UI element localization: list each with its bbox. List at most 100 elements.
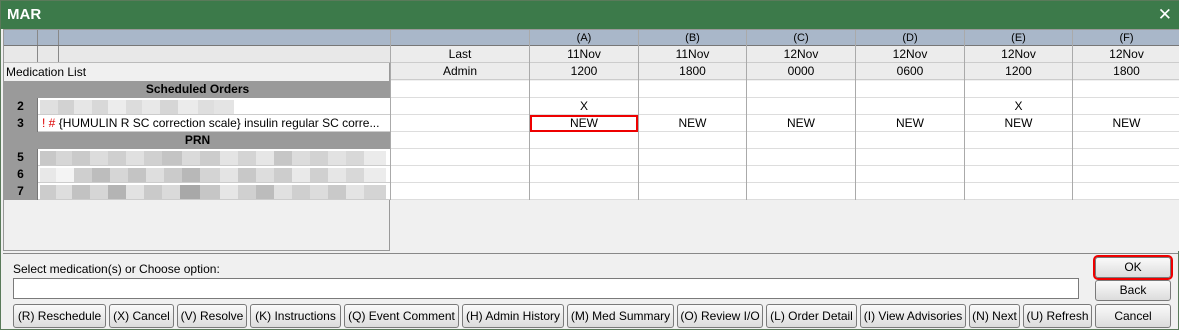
- grid-column-f[interactable]: (F) 12Nov 1800 NEW: [1072, 30, 1179, 200]
- column-date: 12Nov: [1073, 46, 1179, 63]
- grid-cell[interactable]: [530, 166, 638, 183]
- medication-row-2[interactable]: 2: [4, 98, 391, 115]
- redacted-text: [72, 185, 90, 199]
- grid-cell-row2[interactable]: [747, 98, 855, 115]
- redacted-text: [74, 100, 92, 114]
- grid-cell-row3[interactable]: NEW: [747, 115, 855, 132]
- grid-cell-row2[interactable]: [856, 98, 964, 115]
- redacted-text: [292, 151, 310, 165]
- title-bar: MAR ✕: [1, 1, 1179, 29]
- grid-cell: [747, 81, 855, 98]
- grid-cell[interactable]: [747, 183, 855, 200]
- grid-cell: [530, 81, 638, 98]
- medication-row-3[interactable]: 3 ! # {HUMULIN R SC correction scale} in…: [4, 115, 391, 132]
- grid-cell[interactable]: [530, 183, 638, 200]
- instructions-button[interactable]: (K) Instructions: [250, 304, 341, 328]
- grid-cell[interactable]: [1073, 183, 1179, 200]
- med-summary-button[interactable]: (M) Med Summary: [567, 304, 674, 328]
- redacted-text: [220, 168, 238, 182]
- next-button[interactable]: (N) Next: [969, 304, 1020, 328]
- grid-cell[interactable]: [856, 183, 964, 200]
- grid-cell-row3[interactable]: NEW: [856, 115, 964, 132]
- grid-cell-row2[interactable]: [639, 98, 746, 115]
- scheduled-orders-header: Scheduled Orders: [4, 81, 391, 98]
- grid-cell-row2[interactable]: [1073, 98, 1179, 115]
- resolve-button[interactable]: (V) Resolve: [177, 304, 247, 328]
- grid-cell[interactable]: [639, 183, 746, 200]
- view-advisories-button[interactable]: (I) View Advisories: [860, 304, 966, 328]
- grid-cell: [856, 132, 964, 149]
- redacted-text: [238, 168, 256, 182]
- close-icon[interactable]: ✕: [1158, 1, 1172, 29]
- column-time: 1800: [639, 63, 746, 80]
- column-letter: (D): [856, 30, 964, 46]
- medication-list-panel: Medication List Scheduled Orders 2 3 ! #…: [3, 29, 391, 251]
- grid-cell-row3[interactable]: NEW: [530, 115, 638, 132]
- grid-cell[interactable]: [639, 149, 746, 166]
- column-letter: (B): [639, 30, 746, 46]
- grid-cell: [391, 81, 529, 98]
- event-comment-button[interactable]: (Q) Event Comment: [344, 304, 459, 328]
- column-divider: [58, 46, 59, 62]
- grid-column-c[interactable]: (C) 12Nov 0000 NEW: [746, 30, 855, 200]
- cancel-order-button[interactable]: (X) Cancel: [109, 304, 174, 328]
- order-flags: ! #: [42, 116, 56, 130]
- redacted-text: [56, 168, 74, 182]
- redacted-text: [144, 151, 162, 165]
- grid-cell-row2[interactable]: X: [965, 98, 1072, 115]
- grid-cell: [391, 132, 529, 149]
- grid-cell[interactable]: [530, 149, 638, 166]
- grid-cell[interactable]: [747, 166, 855, 183]
- redacted-text: [364, 168, 386, 182]
- medication-row-6[interactable]: 6: [4, 166, 391, 183]
- grid-cell[interactable]: [856, 166, 964, 183]
- admin-history-button[interactable]: (H) Admin History: [462, 304, 564, 328]
- row-number: 6: [4, 166, 38, 183]
- reschedule-button[interactable]: (R) Reschedule: [13, 304, 106, 328]
- grid-cell[interactable]: [965, 183, 1072, 200]
- redacted-text: [200, 151, 220, 165]
- grid-cell[interactable]: [747, 149, 855, 166]
- redacted-text: [108, 100, 126, 114]
- redacted-text: [162, 151, 182, 165]
- redacted-text: [74, 168, 92, 182]
- redacted-text: [40, 185, 56, 199]
- medication-row-7[interactable]: 7: [4, 183, 391, 200]
- grid-cell-row2[interactable]: X: [530, 98, 638, 115]
- grid-cell: [391, 166, 529, 183]
- redacted-text: [200, 168, 220, 182]
- grid-column-d[interactable]: (D) 12Nov 0600 NEW: [855, 30, 964, 200]
- grid-cell: [965, 81, 1072, 98]
- ok-button[interactable]: OK: [1093, 255, 1173, 280]
- grid-cell[interactable]: [1073, 149, 1179, 166]
- grid-cell[interactable]: [639, 166, 746, 183]
- grid-cell-row3[interactable]: NEW: [965, 115, 1072, 132]
- grid-cell[interactable]: [1073, 166, 1179, 183]
- grid-column-e[interactable]: (E) 12Nov 1200 X NEW: [964, 30, 1072, 200]
- grid-cell-row3[interactable]: NEW: [639, 115, 746, 132]
- redacted-text: [220, 185, 238, 199]
- cancel-button[interactable]: Cancel: [1095, 304, 1171, 328]
- grid-cell[interactable]: [965, 166, 1072, 183]
- medication-row-5[interactable]: 5: [4, 149, 391, 166]
- review-io-button[interactable]: (O) Review I/O: [677, 304, 763, 328]
- redacted-text: [328, 168, 346, 182]
- grid-cell[interactable]: [965, 149, 1072, 166]
- grid-cell: [639, 81, 746, 98]
- back-button[interactable]: Back: [1095, 280, 1171, 301]
- refresh-button[interactable]: (U) Refresh: [1023, 304, 1092, 328]
- column-time: 1200: [530, 63, 638, 80]
- redacted-text: [92, 168, 110, 182]
- redacted-text: [40, 168, 56, 182]
- grid-column-a[interactable]: (A) 11Nov 1200 X NEW: [529, 30, 638, 200]
- redacted-text: [142, 100, 160, 114]
- order-detail-button[interactable]: (L) Order Detail: [766, 304, 857, 328]
- redacted-text: [238, 151, 256, 165]
- redacted-text: [56, 151, 72, 165]
- grid-column-b[interactable]: (B) 11Nov 1800 NEW: [638, 30, 746, 200]
- redacted-text: [92, 100, 108, 114]
- grid-cell-row3[interactable]: NEW: [1073, 115, 1179, 132]
- grid-cell[interactable]: [856, 149, 964, 166]
- command-input[interactable]: [13, 278, 1079, 299]
- admin-label: Admin: [391, 63, 529, 80]
